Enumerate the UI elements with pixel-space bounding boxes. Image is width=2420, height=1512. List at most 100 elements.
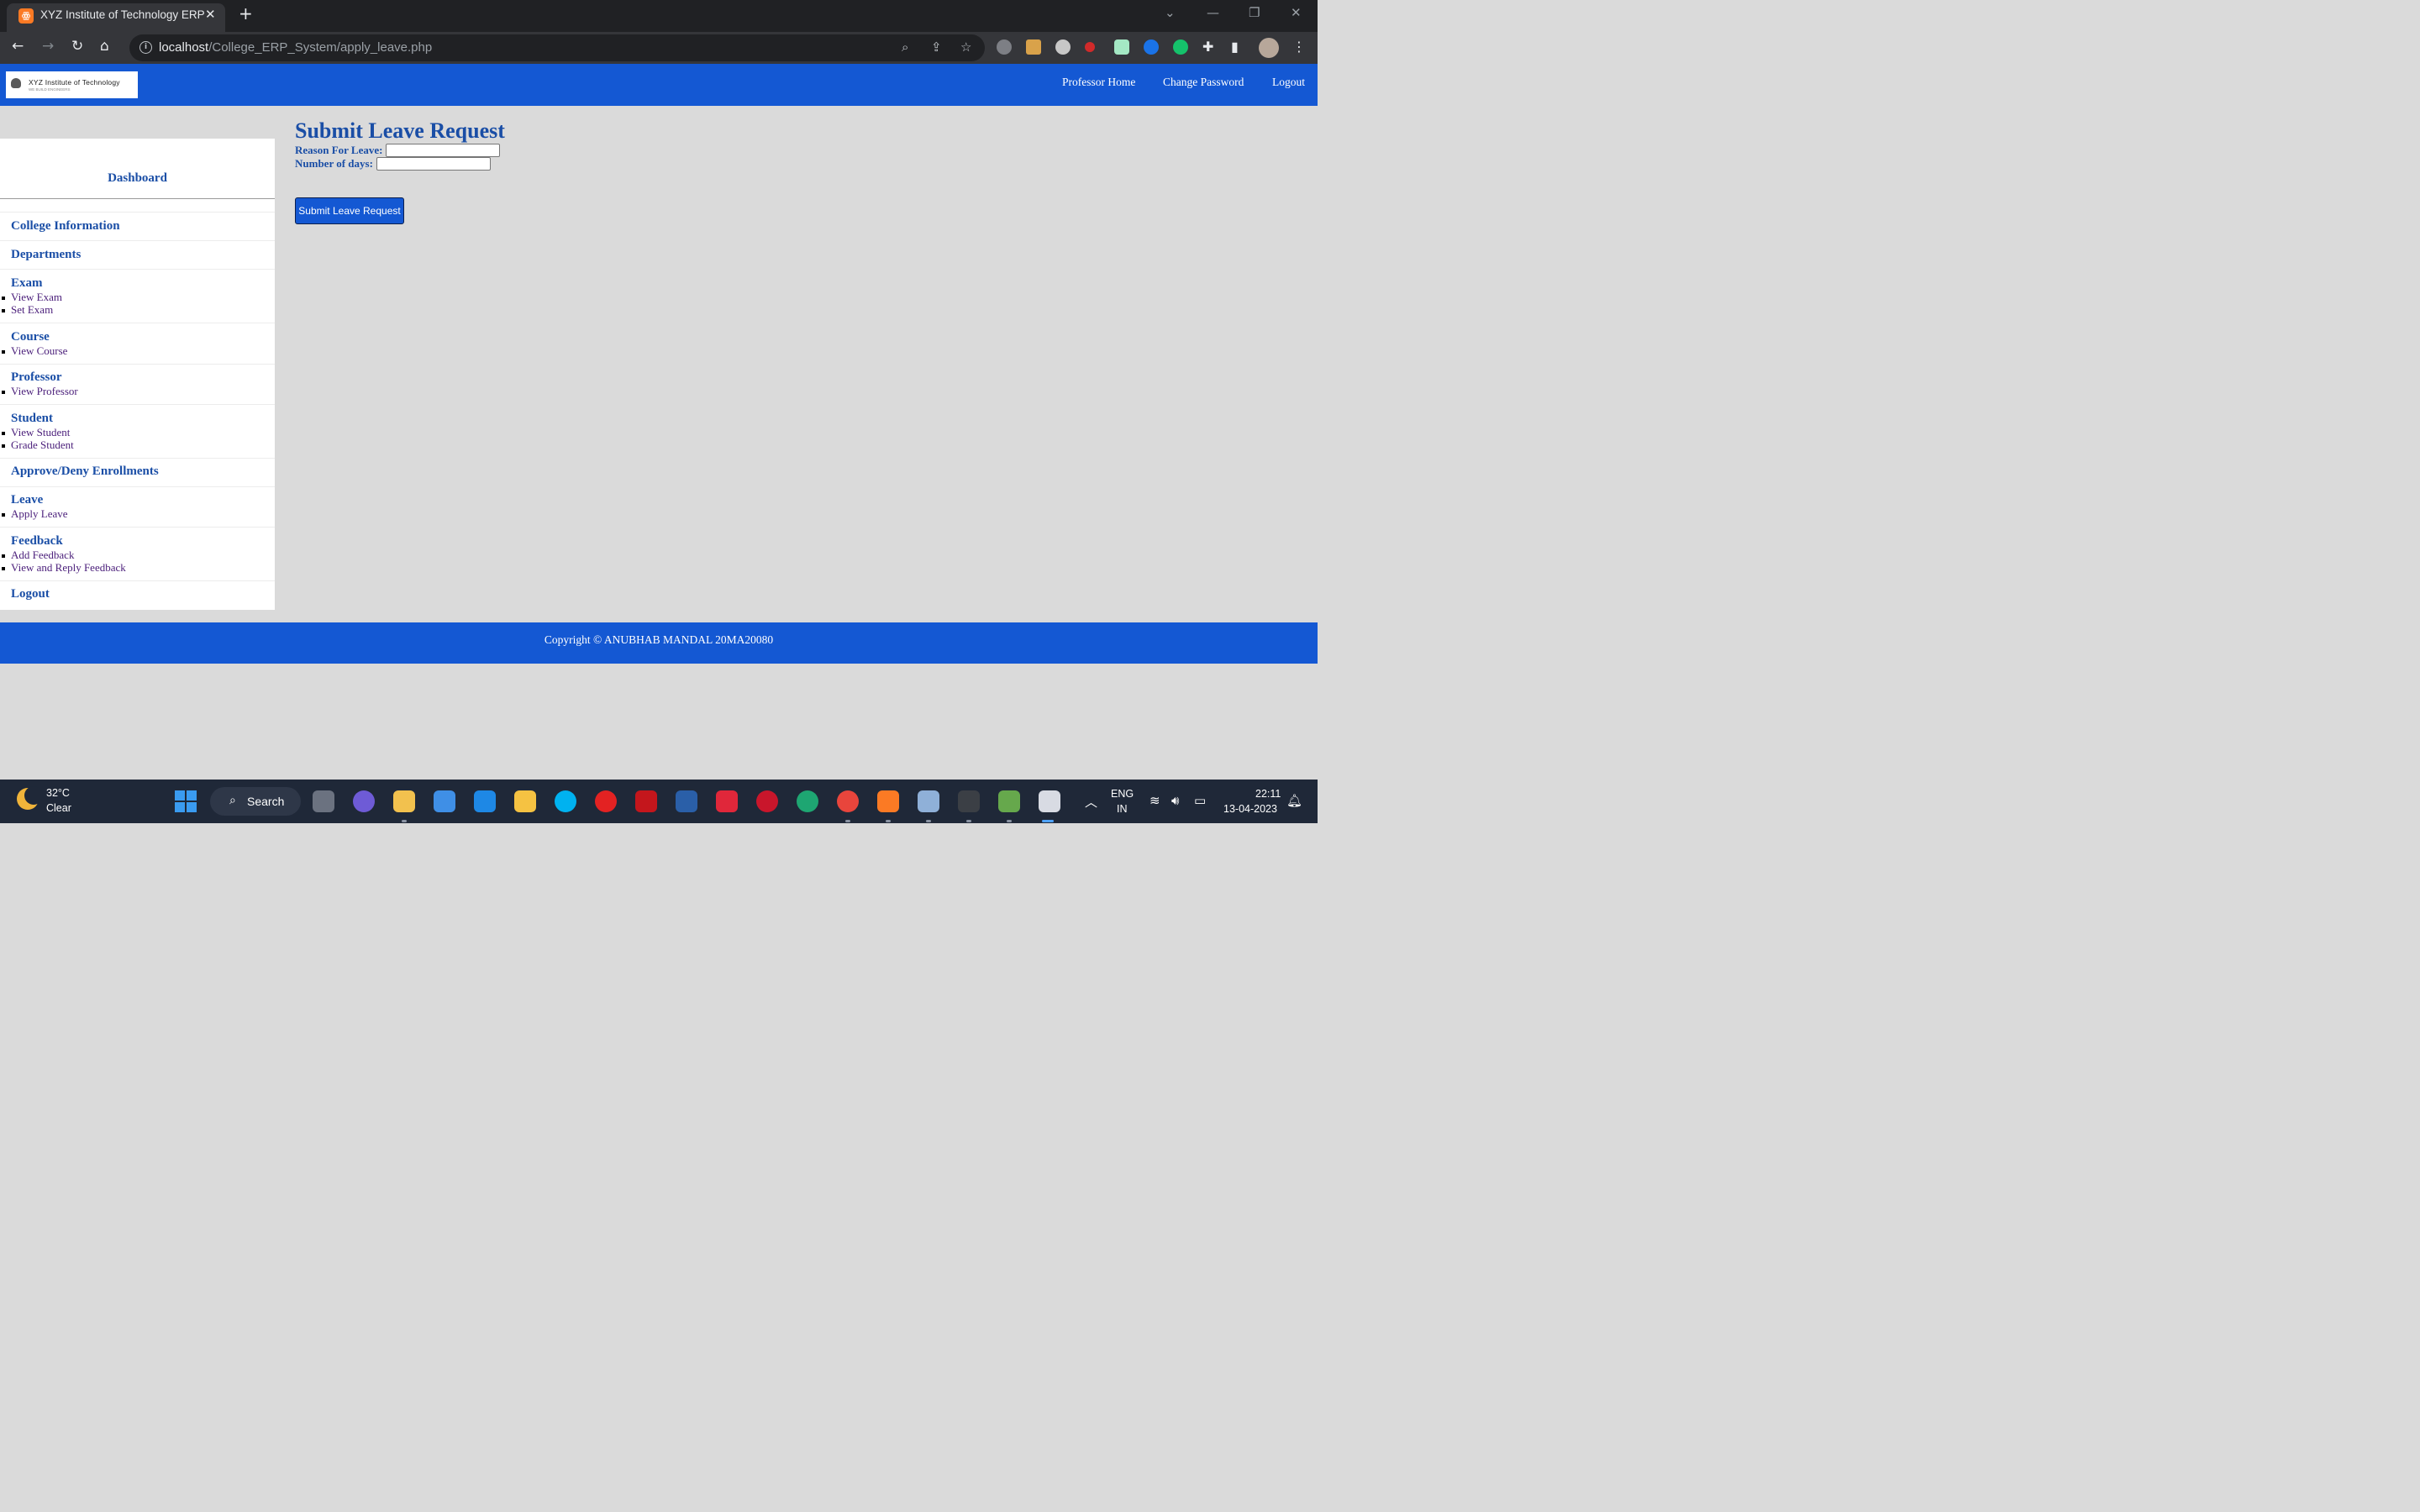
wifi-icon[interactable]: ≋	[1150, 793, 1160, 808]
share-icon[interactable]: ⇪	[931, 39, 942, 55]
sidebar-separator	[0, 580, 275, 581]
extension-grammarly-icon[interactable]	[1173, 39, 1188, 55]
submit-leave-request-button[interactable]: Submit Leave Request	[295, 197, 404, 224]
bookmark-star-icon[interactable]: ☆	[960, 39, 971, 55]
file-explorer-icon[interactable]	[393, 790, 415, 812]
site-footer: Copyright © ANUBHAB MANDAL 20MA20080	[0, 622, 1318, 664]
number-of-days-input[interactable]	[376, 157, 491, 171]
battery-icon[interactable]: ▭	[1194, 793, 1206, 808]
windows-start-icon[interactable]	[175, 790, 197, 812]
xampp-favicon-icon: ꙮ	[18, 8, 34, 24]
language-indicator[interactable]: ENG	[1111, 788, 1134, 800]
weather-temperature[interactable]: 32°C	[46, 787, 70, 799]
youtube-music-icon[interactable]	[595, 790, 617, 812]
task-view-icon[interactable]	[313, 790, 334, 812]
sidebar-student[interactable]: Student	[11, 412, 53, 426]
new-tab-icon[interactable]: +	[239, 3, 253, 24]
sidebar-departments[interactable]: Departments	[11, 248, 81, 262]
sidebar-approve-deny-enrollments[interactable]: Approve/Deny Enrollments	[11, 465, 159, 479]
site-info-icon[interactable]: i	[139, 41, 152, 54]
tab-close-icon[interactable]: ✕	[205, 7, 216, 22]
restore-icon[interactable]: ❐	[1249, 5, 1260, 20]
chat-icon[interactable]	[353, 790, 375, 812]
resource-monitor-icon[interactable]	[918, 790, 939, 812]
taskbar-search[interactable]: ⌕ Search	[210, 787, 301, 816]
sidebar-view-professor[interactable]: View Professor	[11, 385, 78, 398]
sidebar-view-reply-feedback[interactable]: View and Reply Feedback	[11, 561, 126, 575]
rstudio-icon[interactable]	[676, 790, 697, 812]
zoom-icon[interactable]: ⌕	[902, 39, 908, 55]
sidebar-logout[interactable]: Logout	[11, 587, 50, 601]
weather-description[interactable]: Clear	[46, 802, 71, 814]
address-bar[interactable]: i localhost/College_ERP_System/apply_lea…	[129, 34, 985, 61]
forward-icon[interactable]: →	[42, 38, 54, 55]
snip-active-app-icon[interactable]	[1039, 790, 1060, 812]
logo-emblem-icon	[11, 78, 21, 88]
copyright-text: Copyright © ANUBHAB MANDAL 20MA20080	[544, 633, 774, 646]
sidebar-professor[interactable]: Professor	[11, 370, 62, 385]
region-indicator[interactable]: IN	[1117, 803, 1128, 815]
volume-icon[interactable]: 🔊︎	[1171, 793, 1179, 808]
extension-notes-icon[interactable]	[1026, 39, 1041, 55]
sidebar-apply-leave[interactable]: Apply Leave	[11, 507, 68, 521]
extension-owl-icon[interactable]	[1055, 39, 1071, 55]
notification-bell-icon[interactable]: 🔔︎	[1286, 793, 1302, 808]
site-logo[interactable]: XYZ Institute of Technology WE BUILD ENG…	[6, 71, 138, 98]
side-panel-icon[interactable]: ▮	[1231, 39, 1239, 55]
browser-menu-icon[interactable]: ⋮	[1292, 39, 1306, 55]
xampp-icon[interactable]	[877, 790, 899, 812]
sidebar-view-student[interactable]: View Student	[11, 426, 70, 439]
reload-icon[interactable]: ↻	[71, 38, 83, 55]
extension-red-dot-icon[interactable]	[1085, 42, 1095, 52]
sidebar-course[interactable]: Course	[11, 330, 50, 344]
opera-icon[interactable]	[756, 790, 778, 812]
browser-toolbar: ← → ↻ ⌂ i localhost/College_ERP_System/a…	[0, 32, 1318, 64]
extension-shazam-icon[interactable]	[1144, 39, 1159, 55]
sidebar-set-exam[interactable]: Set Exam	[11, 303, 53, 317]
sidebar-feedback[interactable]: Feedback	[11, 534, 63, 549]
snipping-tool-icon[interactable]	[998, 790, 1020, 812]
clock-time[interactable]: 22:11	[1255, 788, 1281, 800]
tray-overflow-chevron-icon[interactable]: ︿	[1085, 793, 1097, 811]
sidebar-exam[interactable]: Exam	[11, 276, 43, 291]
mcafee-icon[interactable]	[635, 790, 657, 812]
bullet-icon	[2, 391, 5, 394]
chrome-icon[interactable]	[837, 790, 859, 812]
minimize-icon[interactable]: —	[1207, 5, 1219, 20]
terminal-icon[interactable]	[958, 790, 980, 812]
sidebar-view-exam[interactable]: View Exam	[11, 291, 62, 304]
sidebar-separator	[0, 240, 275, 241]
sidebar-divider	[0, 198, 275, 199]
l-app-icon[interactable]	[474, 790, 496, 812]
sidebar-grade-student[interactable]: Grade Student	[11, 438, 74, 452]
edge-icon[interactable]	[797, 790, 818, 812]
extensions-puzzle-icon[interactable]: ✚	[1202, 39, 1213, 55]
sidebar-view-course[interactable]: View Course	[11, 344, 67, 358]
sidebar-college-information[interactable]: College Information	[11, 219, 120, 234]
browser-tab[interactable]: ꙮ XYZ Institute of Technology ERP ✕	[7, 3, 225, 32]
url-text[interactable]: localhost/College_ERP_System/apply_leave…	[159, 40, 432, 55]
clock-date[interactable]: 13-04-2023	[1223, 803, 1277, 815]
logo-name: XYZ Institute of Technology	[29, 78, 120, 87]
window-close-icon[interactable]: ✕	[1291, 5, 1302, 20]
days-label: Number of days:	[295, 157, 373, 170]
nav-professor-home[interactable]: Professor Home	[1062, 76, 1135, 89]
sidebar-separator	[0, 527, 275, 528]
reason-for-leave-input[interactable]	[386, 144, 500, 157]
sidebar-add-feedback[interactable]: Add Feedback	[11, 549, 74, 562]
nav-logout[interactable]: Logout	[1272, 76, 1305, 89]
alexa-icon[interactable]	[555, 790, 576, 812]
shield-app-icon[interactable]	[716, 790, 738, 812]
bullet-icon	[2, 444, 5, 448]
onedrive-folder-icon[interactable]	[514, 790, 536, 812]
extension-cloud-icon[interactable]	[997, 39, 1012, 55]
extension-rocket-icon[interactable]	[1114, 39, 1129, 55]
home-icon[interactable]: ⌂	[100, 38, 109, 55]
tab-search-chevron-icon[interactable]: ⌄	[1165, 5, 1176, 20]
taskbar-search-label: Search	[247, 795, 285, 808]
profile-avatar[interactable]	[1259, 38, 1279, 58]
microsoft-store-icon[interactable]	[434, 790, 455, 812]
nav-change-password[interactable]: Change Password	[1163, 76, 1244, 89]
sidebar-leave[interactable]: Leave	[11, 493, 43, 507]
back-icon[interactable]: ←	[12, 38, 24, 55]
